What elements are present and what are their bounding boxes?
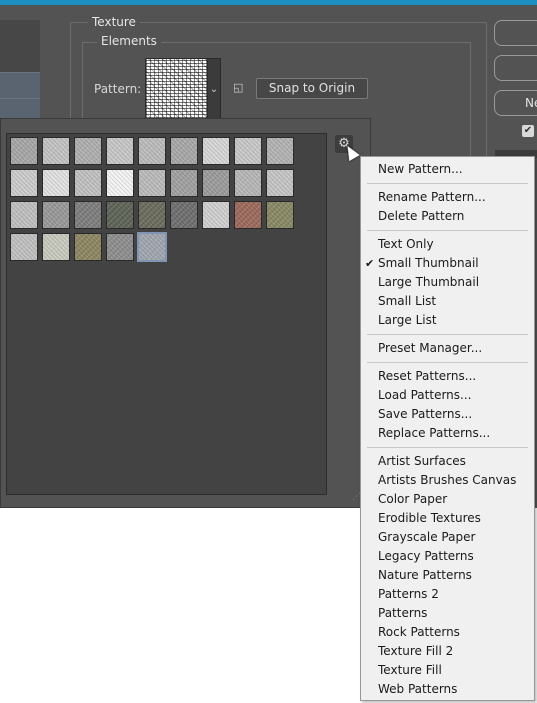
pattern-swatch-lichen-texture[interactable]	[266, 201, 294, 229]
reset-origin-icon[interactable]: ◱	[233, 82, 245, 94]
menu-separator	[367, 334, 528, 335]
menu-item-replace-patterns[interactable]: Replace Patterns...	[378, 424, 490, 443]
new-style-button[interactable]: Ne	[494, 90, 537, 116]
pattern-swatch-woven-texture[interactable]	[106, 233, 134, 261]
menu-item-artists-brushes-canvas[interactable]: Artists Brushes Canvas	[378, 471, 516, 490]
menu-item-color-paper[interactable]: Color Paper	[378, 490, 447, 509]
menu-item-patterns-2[interactable]: Patterns 2	[378, 585, 439, 604]
menu-item-patterns[interactable]: Patterns	[378, 604, 427, 623]
pattern-swatch-stucco-texture[interactable]	[74, 169, 102, 197]
menu-item-erodible-textures[interactable]: Erodible Textures	[378, 509, 481, 528]
pattern-swatch-stone-texture[interactable]	[74, 201, 102, 229]
checkmark-icon: ✔	[365, 257, 375, 270]
snap-to-origin-button[interactable]: Snap to Origin	[256, 78, 368, 99]
pattern-swatch-rough-texture[interactable]	[234, 169, 262, 197]
pattern-swatch-moss-texture[interactable]	[106, 201, 134, 229]
pattern-swatch-noise-texture[interactable]	[170, 137, 198, 165]
chevron-down-icon[interactable]: ⌄	[207, 58, 221, 122]
menu-item-web-patterns[interactable]: Web Patterns	[378, 680, 457, 699]
pattern-swatch-grain-texture[interactable]	[138, 137, 166, 165]
menu-separator	[367, 230, 528, 231]
menu-item-small-thumbnail[interactable]: Small Thumbnail	[378, 254, 479, 273]
pattern-swatch-sand-texture[interactable]	[202, 201, 230, 229]
pattern-swatch-fine-texture[interactable]	[106, 137, 134, 165]
menu-item-new-pattern[interactable]: New Pattern...	[378, 160, 463, 179]
pattern-swatch-white-texture[interactable]	[106, 169, 134, 197]
pattern-swatch-crosshatch-texture[interactable]	[10, 137, 38, 165]
menu-item-large-thumbnail[interactable]: Large Thumbnail	[378, 273, 479, 292]
pattern-swatch-canvas-texture[interactable]	[10, 233, 38, 261]
menu-item-rock-patterns[interactable]: Rock Patterns	[378, 623, 460, 642]
menu-item-reset-patterns[interactable]: Reset Patterns...	[378, 367, 476, 386]
pattern-swatch-speckle-texture[interactable]	[138, 169, 166, 197]
menu-separator	[367, 183, 528, 184]
menu-separator	[367, 362, 528, 363]
menu-item-text-only[interactable]: Text Only	[378, 235, 434, 254]
pattern-swatch-gray-texture[interactable]	[170, 169, 198, 197]
checkbox-checked-icon[interactable]: ✔	[522, 125, 534, 137]
pattern-swatch-blue-noise-texture[interactable]	[137, 232, 167, 262]
menu-item-large-list[interactable]: Large List	[378, 311, 437, 330]
menu-item-rename-pattern[interactable]: Rename Pattern...	[378, 188, 486, 207]
menu-item-nature-patterns[interactable]: Nature Patterns	[378, 566, 472, 585]
menu-item-load-patterns[interactable]: Load Patterns...	[378, 386, 471, 405]
pattern-swatch-burlap-texture[interactable]	[74, 233, 102, 261]
menu-item-grayscale-paper[interactable]: Grayscale Paper	[378, 528, 475, 547]
pattern-swatch-concrete-texture[interactable]	[42, 201, 70, 229]
pattern-swatch-grid	[6, 133, 327, 495]
pattern-swatch-pebble-texture[interactable]	[138, 201, 166, 229]
cancel-button[interactable]	[494, 55, 537, 81]
texture-legend: Texture	[88, 15, 140, 29]
pattern-swatch-dots-texture[interactable]	[42, 137, 70, 165]
pattern-swatch-mesh-texture[interactable]	[266, 137, 294, 165]
ok-button[interactable]	[494, 20, 537, 46]
pattern-swatch-smooth-texture[interactable]	[42, 169, 70, 197]
menu-item-texture-fill-2[interactable]: Texture Fill 2	[378, 642, 453, 661]
menu-item-legacy-patterns[interactable]: Legacy Patterns	[378, 547, 474, 566]
pattern-preview[interactable]	[145, 58, 209, 122]
pattern-picker-panel	[0, 118, 371, 508]
menu-item-artist-surfaces[interactable]: Artist Surfaces	[378, 452, 466, 471]
pattern-swatch-bark-texture[interactable]	[202, 169, 230, 197]
pattern-swatch-paper-texture[interactable]	[10, 169, 38, 197]
menu-item-delete-pattern[interactable]: Delete Pattern	[378, 207, 464, 226]
menu-item-save-patterns[interactable]: Save Patterns...	[378, 405, 472, 424]
pattern-swatch-plaster-texture[interactable]	[266, 169, 294, 197]
pattern-swatch-linen-texture[interactable]	[42, 233, 70, 261]
pattern-swatch-light-texture[interactable]	[202, 137, 230, 165]
pattern-swatch-weave-texture[interactable]	[74, 137, 102, 165]
pattern-swatch-granite-texture[interactable]	[10, 201, 38, 229]
menu-item-small-list[interactable]: Small List	[378, 292, 436, 311]
elements-legend: Elements	[97, 34, 161, 48]
pattern-swatch-gravel-texture[interactable]	[170, 201, 198, 229]
pattern-options-menu: New Pattern... Rename Pattern... Delete Pa…	[360, 156, 535, 701]
menu-item-texture-fill[interactable]: Texture Fill	[378, 661, 442, 680]
pattern-label: Pattern:	[94, 82, 142, 96]
pattern-swatch-grid-texture[interactable]	[234, 137, 262, 165]
menu-separator	[367, 447, 528, 448]
menu-item-preset-manager[interactable]: Preset Manager...	[378, 339, 482, 358]
style-list-row[interactable]	[0, 72, 40, 99]
pattern-swatch-brick-texture[interactable]	[234, 201, 262, 229]
style-list	[0, 20, 40, 130]
